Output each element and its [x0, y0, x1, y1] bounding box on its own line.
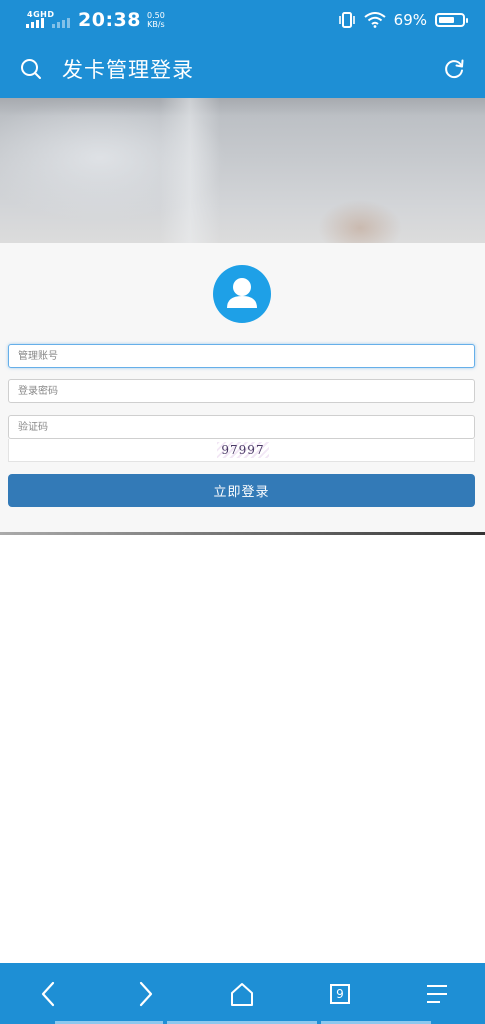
avatar — [213, 265, 271, 323]
forward-button[interactable] — [130, 979, 160, 1009]
username-input[interactable] — [8, 344, 475, 368]
battery-icon — [435, 13, 468, 27]
tabs-button[interactable]: 9 — [325, 979, 355, 1009]
password-input[interactable] — [8, 379, 475, 403]
app-bar: 发卡管理登录 — [0, 40, 485, 98]
refresh-icon[interactable] — [442, 57, 466, 81]
panel-divider — [0, 532, 485, 535]
login-button[interactable]: 立即登录 — [8, 474, 475, 507]
home-icon — [231, 983, 253, 1006]
vibrate-icon — [338, 12, 355, 28]
status-left: 4GHD 20:38 0.50 KB/s — [26, 6, 165, 34]
battery-percent: 69% — [393, 11, 427, 29]
home-button[interactable] — [227, 979, 257, 1009]
clock: 20:38 — [78, 9, 141, 31]
forward-icon — [139, 981, 153, 1007]
menu-icon — [427, 985, 447, 1003]
browser-bottom-bar: 9 — [0, 963, 485, 1024]
status-right: 69% — [338, 6, 468, 34]
tabs-icon: 9 — [330, 984, 350, 1004]
wifi-icon — [364, 12, 386, 28]
header-banner-image — [0, 98, 485, 243]
menu-button[interactable] — [422, 979, 452, 1009]
captcha-input[interactable] — [8, 415, 475, 439]
captcha-row: 97997 — [8, 439, 475, 462]
signal-icon: 4GHD — [26, 8, 74, 32]
search-icon[interactable] — [19, 57, 43, 81]
back-button[interactable] — [34, 979, 64, 1009]
user-icon — [227, 278, 257, 308]
network-speed: 0.50 KB/s — [146, 11, 165, 29]
captcha-image[interactable]: 97997 — [217, 442, 269, 458]
back-icon — [41, 981, 55, 1007]
page-title: 发卡管理登录 — [62, 58, 194, 82]
status-bar: 4GHD 20:38 0.50 KB/s 69% — [0, 0, 485, 40]
